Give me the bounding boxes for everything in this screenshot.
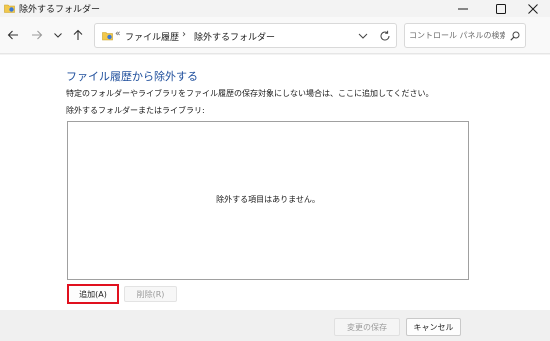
close-icon [528,3,538,14]
window-title: 除外するフォルダー [19,5,101,15]
folder-history-icon [4,3,15,13]
cancel-button[interactable]: キャンセル [406,318,461,336]
forward-button[interactable] [29,27,45,43]
address-bar[interactable]: « ファイル履歴 › 除外するフォルダー [94,23,397,48]
chevron-down-icon [54,33,62,38]
overflow-chevron[interactable]: « [115,29,121,39]
add-button[interactable]: 追加(A) [67,284,119,304]
main-content: ファイル履歴から除外する 特定のフォルダーやライブラリをファイル履歴の保存対象に… [0,55,550,310]
page-title: ファイル履歴から除外する [66,70,198,83]
save-changes-button[interactable]: 変更の保存 [334,318,400,336]
search-icon[interactable] [510,31,520,41]
breadcrumb-file-history[interactable]: ファイル履歴 [125,30,179,43]
title-bar: 除外するフォルダー [0,0,550,17]
recent-locations-button[interactable] [50,27,66,43]
maximize-icon [496,3,506,14]
empty-list-message: 除外する項目はありません。 [216,195,320,204]
minimize-button[interactable] [446,0,480,17]
excluded-list-label: 除外するフォルダーまたはライブラリ: [66,106,205,115]
footer-bar: 変更の保存 キャンセル [0,310,550,341]
forward-arrow-icon [32,30,43,40]
refresh-button[interactable] [379,30,391,42]
back-arrow-icon [7,30,18,40]
maximize-button[interactable] [484,0,518,17]
search-box[interactable] [404,23,526,48]
excluded-folders-list[interactable]: 除外する項目はありません。 [67,121,469,280]
page-description: 特定のフォルダーやライブラリをファイル履歴の保存対象にしない場合は、ここに追加し… [66,89,434,98]
chevron-down-icon [358,33,368,39]
up-button[interactable] [70,27,86,43]
remove-button[interactable]: 削除(R) [124,286,177,302]
refresh-icon [380,30,390,41]
breadcrumb-exclude-folders[interactable]: 除外するフォルダー [194,30,275,43]
back-button[interactable] [5,27,21,43]
address-dropdown-button[interactable] [357,31,369,41]
folder-history-icon [102,30,113,41]
close-button[interactable] [516,0,550,17]
navigation-bar: « ファイル履歴 › 除外するフォルダー [0,17,550,54]
up-arrow-icon [73,29,83,40]
search-input[interactable] [409,28,505,43]
minimize-icon [458,8,468,9]
breadcrumb-separator[interactable]: › [182,29,186,40]
